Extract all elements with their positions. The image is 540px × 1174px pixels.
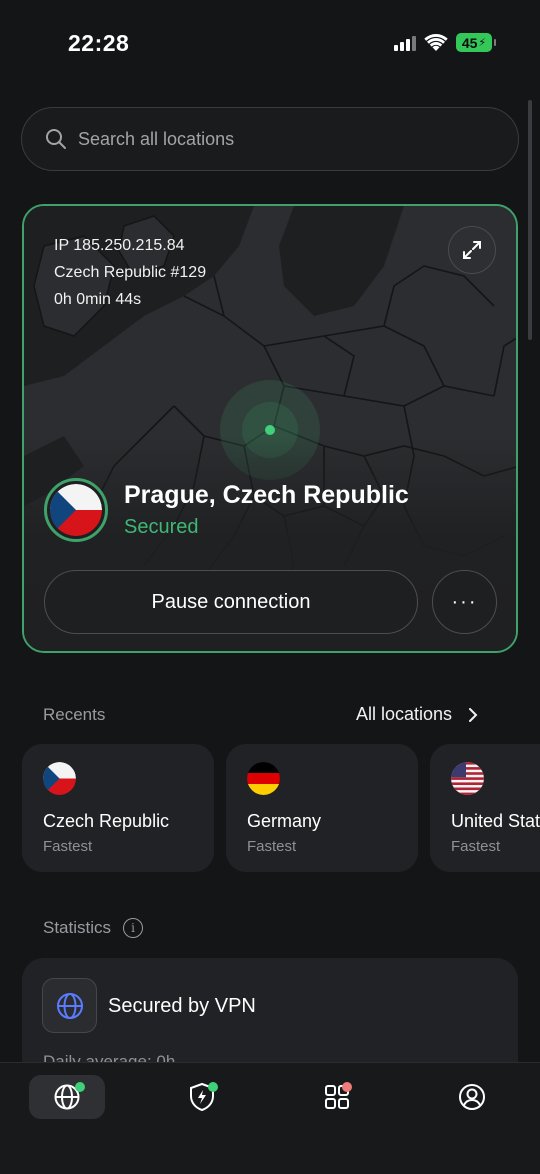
connection-card[interactable]: IP 185.250.215.84 Czech Republic #129 0h… [22,204,518,653]
statistics-title: Statistics i [43,918,144,938]
globe-icon [56,992,83,1019]
connected-badge [75,1082,85,1092]
location-name: Prague, Czech Republic [124,481,409,509]
connection-info: IP 185.250.215.84 Czech Republic #129 0h… [54,232,206,313]
statistics-card-title: Secured by VPN [108,995,256,1017]
ip-address: IP 185.250.215.84 [54,237,185,254]
recent-location-name: Germany [247,811,322,831]
pause-connection-button[interactable]: Pause connection [44,570,418,634]
more-icon: ··· [451,590,478,613]
all-locations-label: All locations [356,704,453,724]
recent-location-name: United States [451,811,540,831]
recent-location-card[interactable]: Germany Fastest [226,744,418,872]
czech-flag-icon [44,478,108,542]
recent-location-sub: Fastest [247,838,297,855]
search-icon [46,129,66,149]
statistics-label: Statistics [43,918,112,937]
recent-location-name: Czech Republic [43,811,170,831]
status-bar: 22:28 45 ⚡ [0,0,540,90]
server-name: Czech Republic #129 [54,264,207,281]
all-locations-link[interactable]: All locations [356,704,478,725]
nav-home[interactable] [29,1075,105,1119]
recent-location-card[interactable]: Czech Republic Fastest [22,744,214,872]
chevron-right-icon [469,707,478,722]
current-location: Prague, Czech Republic Secured [44,478,409,542]
apps-badge [342,1082,352,1092]
status-icons: 45 ⚡ [394,33,496,52]
recent-location-sub: Fastest [451,838,501,855]
connection-status: Secured [124,516,199,538]
nav-apps[interactable] [299,1075,375,1119]
protection-badge [208,1082,218,1092]
wifi-icon [424,33,448,51]
search-input[interactable] [78,128,458,150]
nav-profile[interactable] [434,1075,510,1119]
nav-threat-protection[interactable] [164,1075,240,1119]
germany-flag-icon [247,762,280,795]
status-time: 22:28 [68,30,130,56]
recents-title: Recents [43,705,106,724]
vpn-icon-box [42,978,97,1033]
us-flag-icon [451,762,484,795]
profile-icon [459,1084,485,1110]
info-icon[interactable]: i [123,918,144,938]
connection-duration: 0h 0min 44s [54,291,142,308]
expand-map-button[interactable] [448,226,496,274]
cellular-signal-icon [394,35,416,51]
expand-icon [463,241,481,259]
more-options-button[interactable]: ··· [432,570,497,634]
bottom-nav [0,1062,540,1174]
scroll-indicator[interactable] [528,100,532,340]
battery-level: 45 [461,34,478,51]
search-bar[interactable] [21,107,519,171]
battery-icon: 45 ⚡ [456,33,496,52]
recent-location-sub: Fastest [43,838,93,855]
recent-location-card[interactable]: United States Fastest [430,744,540,872]
czech-flag-icon [43,762,76,795]
